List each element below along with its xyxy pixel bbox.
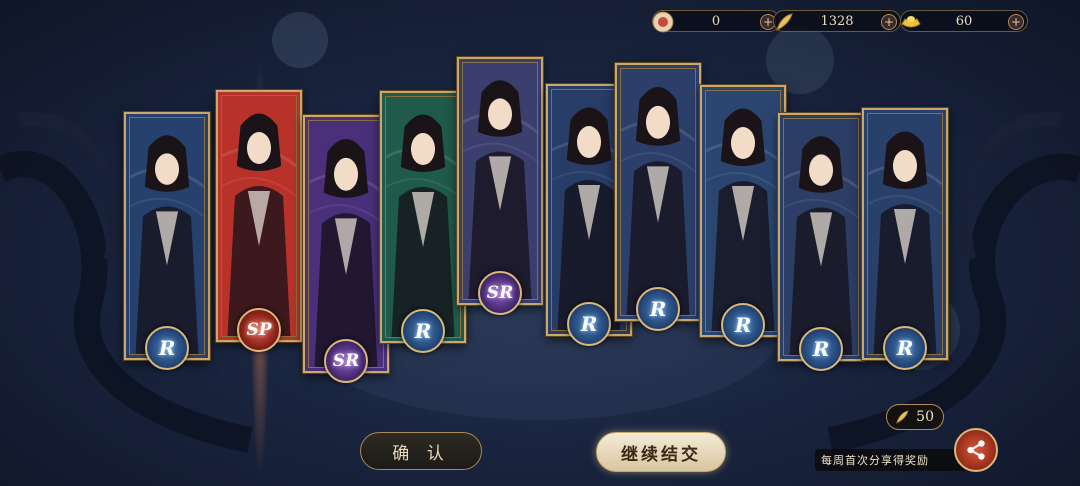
rarity-badge: R <box>799 327 843 371</box>
currency-summon-token: 0 + <box>652 10 780 33</box>
rarity-badge: R <box>567 302 611 346</box>
confirm-button[interactable]: 确 认 <box>360 432 482 470</box>
character-portrait <box>385 96 461 338</box>
currency-gold-ingot: 60 + <box>900 10 1028 32</box>
gold-ingot-icon <box>897 8 925 36</box>
rarity-badge: SR <box>478 271 522 315</box>
rarity-badge: R <box>145 326 189 370</box>
character-card[interactable]: R <box>380 91 466 353</box>
character-card[interactable]: SR <box>457 57 543 315</box>
rarity-badge: SR <box>324 339 368 383</box>
rarity-badge: R <box>883 326 927 370</box>
character-portrait <box>620 68 696 316</box>
rarity-badge: SP <box>237 308 281 352</box>
share-icon <box>967 440 985 460</box>
character-card[interactable]: R <box>124 112 210 370</box>
add-feather-button[interactable]: + <box>881 14 897 30</box>
add-gold-ingot-button[interactable]: + <box>1008 14 1024 30</box>
character-portrait <box>308 120 384 368</box>
rarity-badge: R <box>636 287 680 331</box>
feather-icon <box>893 408 911 430</box>
share-button[interactable] <box>954 428 998 472</box>
share-reward-pill: 50 <box>886 404 944 430</box>
feather-icon <box>770 8 798 36</box>
character-portrait <box>129 117 205 355</box>
character-card[interactable]: R <box>862 108 948 370</box>
character-card[interactable]: R <box>700 85 786 347</box>
character-card[interactable]: SP <box>216 90 302 352</box>
character-portrait <box>462 62 538 300</box>
character-portrait <box>705 90 781 332</box>
continue-recruit-button[interactable]: 继续结交 <box>596 432 726 472</box>
character-portrait <box>867 113 943 355</box>
summon-token-icon <box>649 8 677 36</box>
character-card[interactable]: R <box>615 63 701 331</box>
share-reward-label: 每周首次分享得奖励 <box>815 449 971 471</box>
share-reward-amount: 50 <box>916 409 934 425</box>
rarity-badge: R <box>721 303 765 347</box>
character-portrait <box>783 118 859 356</box>
character-portrait <box>221 95 297 337</box>
rarity-badge: R <box>401 309 445 353</box>
currency-feather: 1328 + <box>773 10 901 32</box>
character-card[interactable]: R <box>778 113 864 371</box>
character-card[interactable]: SR <box>303 115 389 383</box>
